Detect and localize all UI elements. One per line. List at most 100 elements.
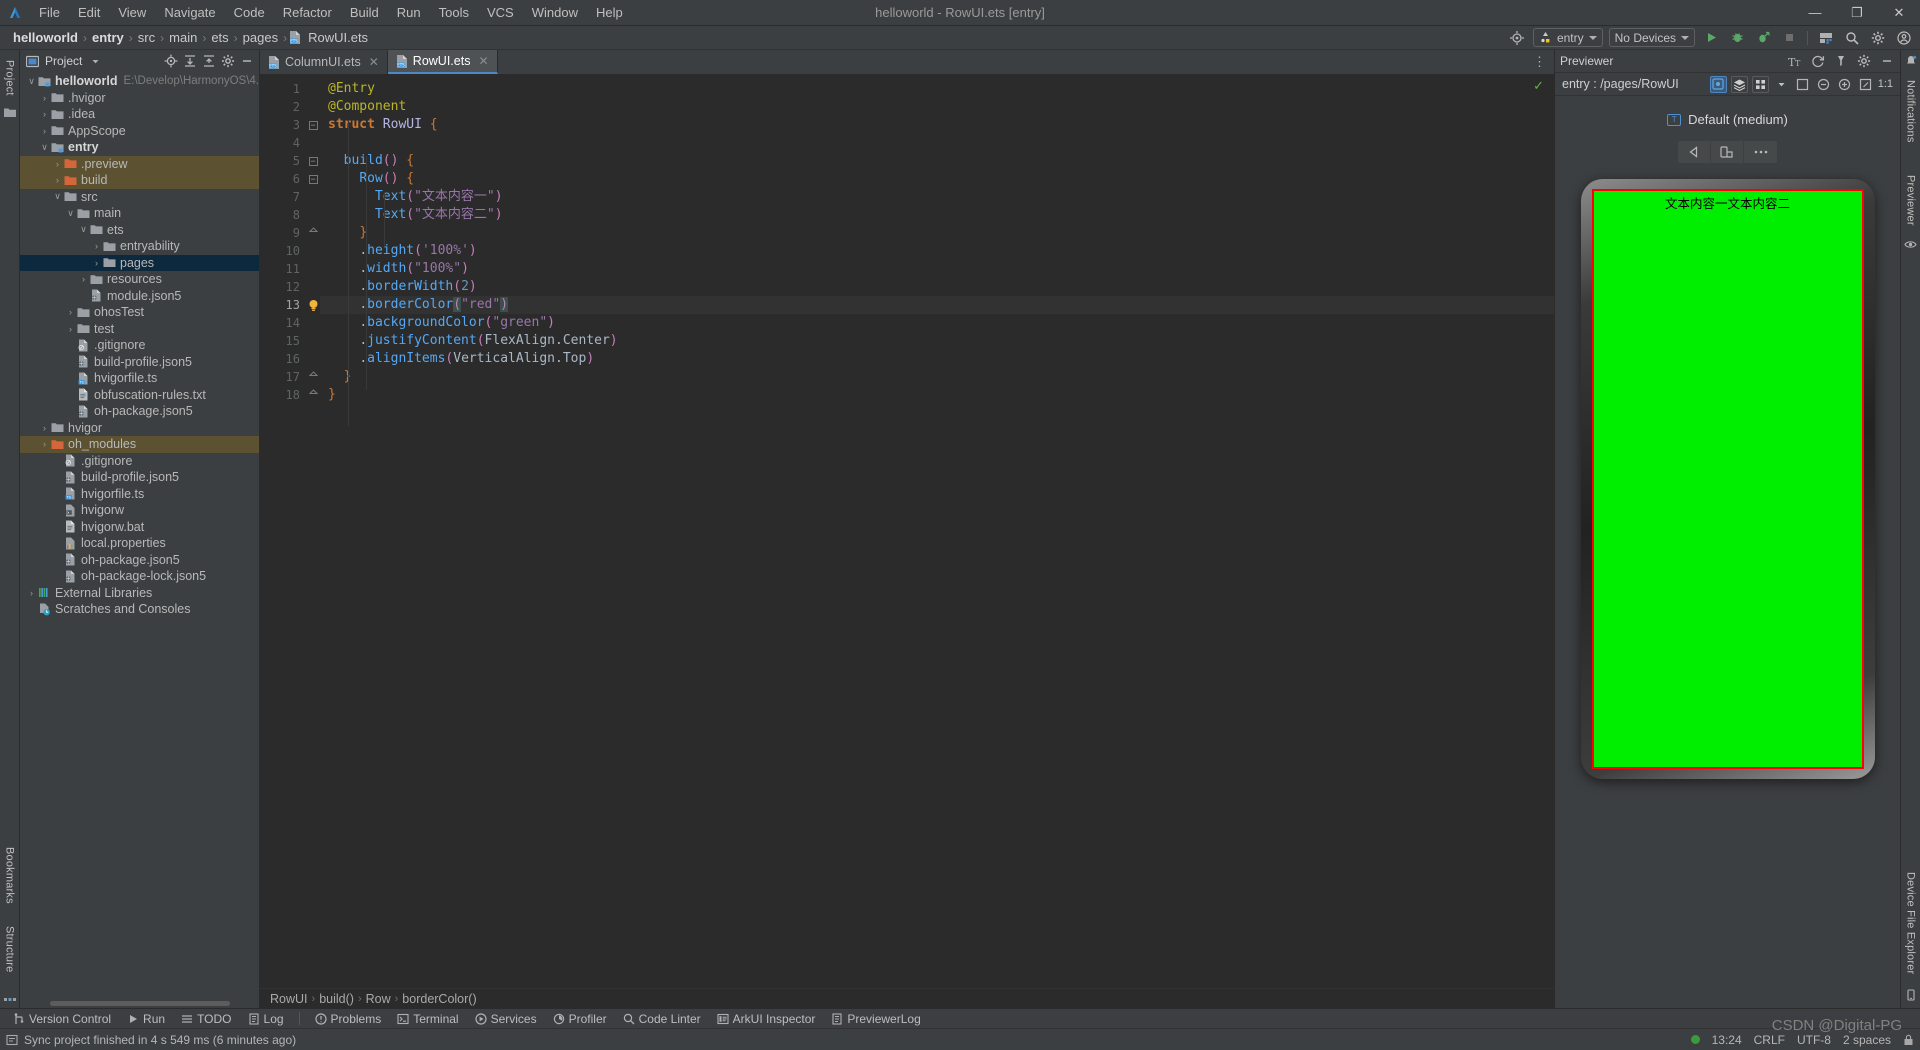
tree-item-entryability[interactable]: › entryability (20, 238, 259, 255)
inspection-status-icon[interactable]: ✓ (1533, 78, 1544, 94)
tree-item-hvigor[interactable]: › .hvigor (20, 90, 259, 107)
chevron-right-icon[interactable]: › (65, 307, 76, 317)
fold-gutter[interactable]: − − − (306, 74, 320, 988)
code-line[interactable]: .alignItems(VerticalAlign.Top) (320, 350, 1554, 368)
code-line[interactable]: .borderColor("red") (320, 296, 1554, 314)
chevron-right-icon[interactable]: › (65, 324, 76, 334)
breadcrumb-entry[interactable]: entry (89, 30, 127, 45)
menu-vcs[interactable]: VCS (478, 3, 523, 22)
line-number[interactable]: 13 (260, 296, 306, 314)
tree-item-module-json5[interactable]: module.json5 (20, 288, 259, 305)
tree-horizontal-scrollbar[interactable] (50, 1001, 230, 1006)
chevron-right-icon[interactable]: › (39, 439, 50, 449)
zoom-ratio-label[interactable]: 1:1 (1878, 76, 1893, 93)
code-line[interactable]: Text("文本内容二") (320, 206, 1554, 224)
chevron-down-icon[interactable]: ∨ (65, 208, 76, 219)
line-number[interactable]: 17 (260, 368, 306, 386)
device-manager-icon[interactable] (1816, 28, 1836, 48)
menu-refactor[interactable]: Refactor (274, 3, 341, 22)
tree-item-oh-package-json5[interactable]: oh-package.json5 (20, 403, 259, 420)
breadcrumb-src[interactable]: src (135, 30, 158, 45)
tree-item-oh-modules[interactable]: › oh_modules (20, 436, 259, 453)
refresh-icon[interactable] (1809, 53, 1826, 70)
chevron-right-icon[interactable]: › (39, 126, 50, 136)
toolwindow-version-control[interactable]: Version Control (6, 1011, 118, 1027)
run-icon[interactable] (1701, 28, 1721, 48)
zoom-out-icon[interactable] (1815, 76, 1832, 93)
menu-file[interactable]: File (30, 3, 69, 22)
fold-end-icon[interactable] (306, 386, 320, 404)
fold-end-icon[interactable] (306, 224, 320, 242)
editor-tab-options-icon[interactable]: ⋮ (1533, 50, 1554, 74)
code-line[interactable]: struct RowUI { (320, 116, 1554, 134)
line-number[interactable]: 7 (260, 188, 306, 206)
breadcrumb-pages[interactable]: pages (240, 30, 281, 45)
tree-item-oh-package-lock-json5[interactable]: oh-package-lock.json5 (20, 568, 259, 585)
tree-item-hvigor[interactable]: › hvigor (20, 420, 259, 437)
breadcrumb-main[interactable]: main (166, 30, 200, 45)
toolwindow-problems[interactable]: Problems (308, 1011, 389, 1027)
chevron-down-icon[interactable] (1773, 76, 1790, 93)
tree-item-build-profile-json5[interactable]: build-profile.json5 (20, 469, 259, 486)
tree-item-hvigorfile-ts[interactable]: TS hvigorfile.ts (20, 486, 259, 503)
preview-canvas[interactable]: 文本内容一文本内容二 (1591, 189, 1864, 769)
status-message[interactable]: Sync project finished in 4 s 549 ms (6 m… (24, 1033, 296, 1047)
rail-item-device-file-explorer[interactable]: Device File Explorer (1905, 866, 1917, 980)
structure-crumb-build[interactable]: build() (319, 992, 354, 1006)
fold-end-icon[interactable] (306, 368, 320, 386)
tree-item-local-properties[interactable]: local.properties (20, 535, 259, 552)
structure-crumb-struct[interactable]: RowUI (270, 992, 308, 1006)
line-number[interactable]: 18 (260, 386, 306, 404)
select-element-icon[interactable] (1709, 75, 1727, 93)
notifications-bell-icon[interactable] (1904, 54, 1918, 68)
rail-item-notifications[interactable]: Notifications (1905, 74, 1917, 149)
tree-item-build[interactable]: › build (20, 172, 259, 189)
layers-icon[interactable] (1730, 75, 1748, 93)
tab-rowui[interactable]: ETS RowUI.ets ✕ (387, 50, 498, 74)
rotate-icon[interactable] (1711, 141, 1744, 163)
toolwindow-arkui-inspector[interactable]: ArkUI Inspector (710, 1011, 823, 1027)
tab-close-icon[interactable]: ✕ (478, 54, 488, 68)
encoding-label[interactable]: UTF-8 (1797, 1033, 1831, 1047)
tree-item-hvigorfile-ts[interactable]: TS hvigorfile.ts (20, 370, 259, 387)
menu-help[interactable]: Help (587, 3, 632, 22)
tree-item-helloworld[interactable]: ∨ helloworld E:\Develop\HarmonyOS\4.0\wo (20, 73, 259, 90)
breadcrumb-file[interactable]: RowUI.ets (305, 30, 371, 45)
chevron-right-icon[interactable]: › (78, 274, 89, 284)
tree-item-idea[interactable]: › .idea (20, 106, 259, 123)
chevron-right-icon[interactable]: › (91, 241, 102, 251)
tree-item-gitignore[interactable]: .gitignore (20, 453, 259, 470)
code-content[interactable]: @Entry @Component struct RowUI { build() {… (320, 74, 1554, 988)
fit-icon[interactable] (1857, 76, 1874, 93)
toolwindow-previewer-log[interactable]: PreviewerLog (824, 1011, 927, 1027)
font-size-icon[interactable]: TT (1786, 53, 1803, 70)
multi-device-icon[interactable] (1751, 75, 1769, 93)
structure-icon[interactable] (3, 988, 17, 1002)
toolwindow-log[interactable]: Log (241, 1011, 291, 1027)
project-tree[interactable]: ∨ helloworld E:\Develop\HarmonyOS\4.0\wo ›.… (20, 72, 259, 1008)
menu-code[interactable]: Code (225, 3, 274, 22)
target-icon[interactable] (1507, 28, 1527, 48)
fold-collapse-icon[interactable]: − (306, 116, 320, 134)
chevron-right-icon[interactable]: › (26, 588, 37, 598)
chevron-right-icon[interactable]: › (52, 159, 63, 169)
indent-label[interactable]: 2 spaces (1843, 1033, 1891, 1047)
fold-collapse-icon[interactable]: − (306, 170, 320, 188)
tree-item-pages[interactable]: › pages (20, 254, 259, 271)
tree-item-gitignore[interactable]: .gitignore (20, 337, 259, 354)
device-selector[interactable]: No Devices (1608, 28, 1695, 47)
folder-icon[interactable] (3, 106, 17, 120)
rail-item-structure[interactable]: Structure (4, 920, 16, 978)
line-number[interactable]: 1 (260, 80, 306, 98)
rail-item-project[interactable]: Project (4, 54, 16, 102)
menu-tools[interactable]: Tools (430, 3, 478, 22)
tree-item-main[interactable]: ∨ main (20, 205, 259, 222)
toolwindow-run[interactable]: Run (120, 1011, 172, 1027)
fold-collapse-icon[interactable]: − (306, 152, 320, 170)
line-number[interactable]: 12 (260, 278, 306, 296)
tree-item-resources[interactable]: › resources (20, 271, 259, 288)
chevron-down-icon[interactable]: ∨ (78, 224, 89, 235)
structure-crumb-row[interactable]: Row (366, 992, 391, 1006)
chevron-right-icon[interactable]: › (52, 175, 63, 185)
line-number[interactable]: 6 (260, 170, 306, 188)
